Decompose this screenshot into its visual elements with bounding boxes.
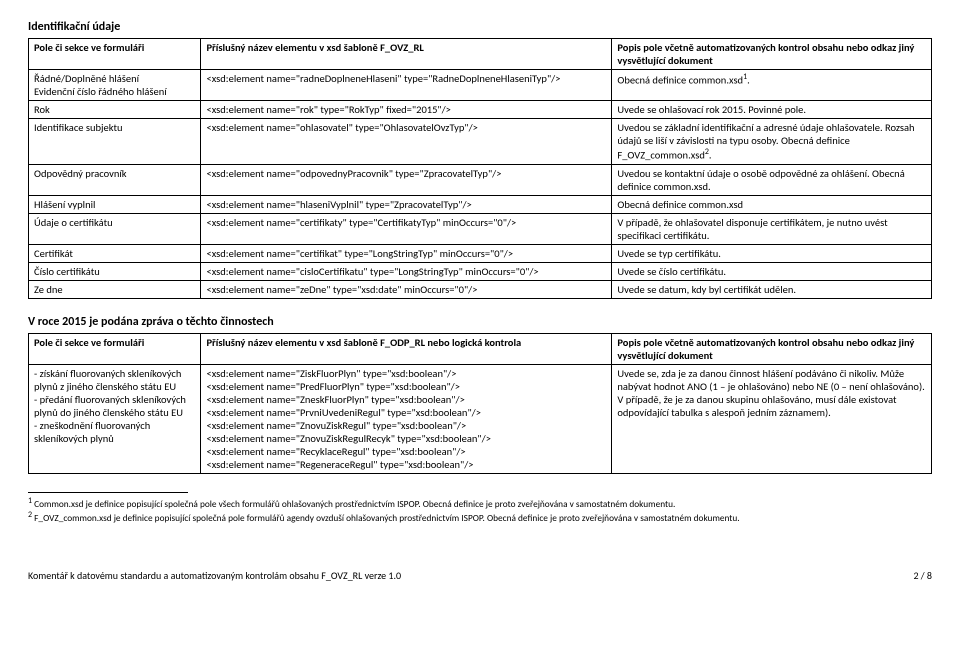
cell-pole: Hlášení vyplnil <box>29 195 201 213</box>
cell-pole: Řádné/Doplněné hlášení Evidenční číslo ř… <box>29 70 201 101</box>
cell-element: <xsd:element name="radneDoplneneHlaseni"… <box>201 70 612 101</box>
cell-popis: Uvede se číslo certifikátu. <box>612 262 932 280</box>
table-row: Ze dne<xsd:element name="zeDne" type="xs… <box>29 280 932 298</box>
cell-element: <xsd:element name="hlaseniVyplnil" type=… <box>201 195 612 213</box>
cell-pole: Rok <box>29 101 201 119</box>
cell-pole: Odpovědný pracovník <box>29 164 201 195</box>
footnote-separator <box>28 492 188 493</box>
cell-popis: Uvedou se kontaktní údaje o osobě odpově… <box>612 164 932 195</box>
cell-popis: V případě, že ohlašovatel disponuje cert… <box>612 213 932 244</box>
footnote-2: 2 F_OVZ_common.xsd je definice popisujíc… <box>28 510 932 525</box>
cell-pole: Ze dne <box>29 280 201 298</box>
col-header: Popis pole včetně automatizovaných kontr… <box>612 39 932 70</box>
cell-popis: Uvedou se základní identifikační a adres… <box>612 119 932 165</box>
footer-left: Komentář k datovému standardu a automati… <box>28 569 401 582</box>
cell-popis: Obecná definice common.xsd1. <box>612 70 932 101</box>
cell-pole: - získání fluorovaných skleníkových plyn… <box>29 364 201 473</box>
table-row: Řádné/Doplněné hlášení Evidenční číslo ř… <box>29 70 932 101</box>
cell-element: <xsd:element name="ZiskFluorPlyn" type="… <box>201 364 612 473</box>
table-row: Odpovědný pracovník<xsd:element name="od… <box>29 164 932 195</box>
table-cinnosti-2015: Pole či sekce ve formuláři Příslušný náz… <box>28 333 932 474</box>
cell-popis: Uvede se datum, kdy byl certifikát uděle… <box>612 280 932 298</box>
cell-element: <xsd:element name="cisloCertifikatu" typ… <box>201 262 612 280</box>
cell-element: <xsd:element name="odpovednyPracovnik" t… <box>201 164 612 195</box>
footer-right: 2 / 8 <box>913 569 932 582</box>
cell-popis: Uvede se typ certifikátu. <box>612 244 932 262</box>
cell-element: <xsd:element name="ohlasovatel" type="Oh… <box>201 119 612 165</box>
col-header: Popis pole včetně automatizovaných kontr… <box>612 333 932 364</box>
section1-heading: Identifikační údaje <box>28 20 932 34</box>
cell-pole: Údaje o certifikátu <box>29 213 201 244</box>
cell-element: <xsd:element name="certifikaty" type="Ce… <box>201 213 612 244</box>
cell-popis: Uvede se, zda je za danou činnost hlášen… <box>612 364 932 473</box>
table-header-row: Pole či sekce ve formuláři Příslušný náz… <box>29 39 932 70</box>
page-footer: Komentář k datovému standardu a automati… <box>28 569 932 582</box>
cell-element: <xsd:element name="certifikat" type="Lon… <box>201 244 612 262</box>
footnote-text: Common.xsd je definice popisující společ… <box>32 499 675 510</box>
table-row: - získání fluorovaných skleníkových plyn… <box>29 364 932 473</box>
cell-element: <xsd:element name="rok" type="RokTyp" fi… <box>201 101 612 119</box>
cell-pole: Identifikace subjektu <box>29 119 201 165</box>
table-header-row: Pole či sekce ve formuláři Příslušný náz… <box>29 333 932 364</box>
footnote-1: 1 Common.xsd je definice popisující spol… <box>28 496 932 511</box>
section2-heading: V roce 2015 je podána zpráva o těchto či… <box>28 315 932 329</box>
cell-element: <xsd:element name="zeDne" type="xsd:date… <box>201 280 612 298</box>
table-row: Číslo certifikátu<xsd:element name="cisl… <box>29 262 932 280</box>
table-row: Certifikát<xsd:element name="certifikat"… <box>29 244 932 262</box>
col-header: Pole či sekce ve formuláři <box>29 39 201 70</box>
col-header: Příslušný název elementu v xsd šabloně F… <box>201 333 612 364</box>
table-row: Identifikace subjektu<xsd:element name="… <box>29 119 932 165</box>
col-header: Příslušný název elementu v xsd šabloně F… <box>201 39 612 70</box>
table-identifikacni-udaje: Pole či sekce ve formuláři Příslušný náz… <box>28 38 932 299</box>
cell-pole: Certifikát <box>29 244 201 262</box>
cell-popis: Obecná definice common.xsd <box>612 195 932 213</box>
cell-popis: Uvede se ohlašovací rok 2015. Povinné po… <box>612 101 932 119</box>
col-header: Pole či sekce ve formuláři <box>29 333 201 364</box>
table-row: Údaje o certifikátu<xsd:element name="ce… <box>29 213 932 244</box>
table-row: Hlášení vyplnil<xsd:element name="hlasen… <box>29 195 932 213</box>
cell-pole: Číslo certifikátu <box>29 262 201 280</box>
footnote-text: F_OVZ_common.xsd je definice popisující … <box>32 513 740 524</box>
table-row: Rok<xsd:element name="rok" type="RokTyp"… <box>29 101 932 119</box>
